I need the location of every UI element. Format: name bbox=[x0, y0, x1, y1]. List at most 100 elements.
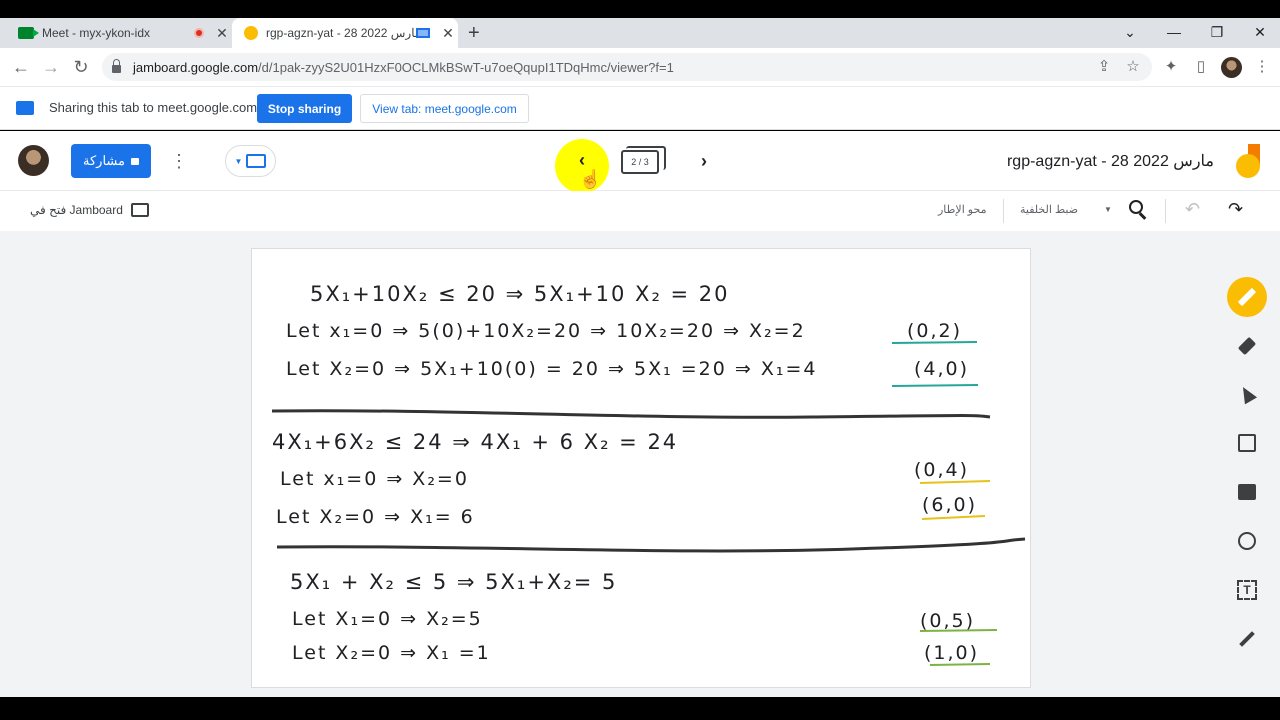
close-icon[interactable]: ✕ bbox=[212, 25, 232, 42]
point-underline bbox=[919, 629, 998, 632]
point-label: (0,5) bbox=[920, 610, 975, 632]
tab-search-icon[interactable]: ⌄ bbox=[1110, 18, 1150, 48]
jamboard-toolbar: فتح في Jamboard محو الإطار ضبط الخلفية ▼… bbox=[0, 191, 1280, 231]
view-tab-button[interactable]: View tab: meet.google.com bbox=[360, 94, 529, 123]
recording-icon bbox=[194, 28, 204, 38]
drawing-tools-panel: T bbox=[1222, 270, 1272, 670]
point-underline bbox=[929, 663, 991, 666]
share-button[interactable]: مشاركة bbox=[71, 144, 151, 178]
back-icon[interactable]: ← bbox=[6, 48, 36, 86]
laser-icon bbox=[1239, 631, 1255, 647]
equation-line: Let X₂=0 ⇒ X₁ =1 bbox=[292, 642, 491, 664]
url-host: jamboard.google.com bbox=[133, 59, 259, 75]
screen-share-icon bbox=[16, 101, 34, 115]
circle-icon bbox=[1238, 532, 1256, 550]
select-tool[interactable] bbox=[1222, 374, 1272, 414]
minimize-button[interactable]: — bbox=[1154, 18, 1194, 48]
jam-title[interactable]: rgp-agzn-yat - 28 مارس 2022 bbox=[1007, 151, 1214, 171]
close-icon[interactable]: ✕ bbox=[438, 25, 458, 42]
jamboard-header: مشاركة ⋮ ▼ ‹ 2 / 3 › rgp-agzn-yat - 28 م… bbox=[0, 131, 1280, 193]
pen-icon bbox=[1227, 277, 1267, 317]
tab-title: Meet - myx-ykon-idx bbox=[42, 26, 151, 40]
present-button[interactable]: ▼ bbox=[225, 145, 276, 177]
redo-icon[interactable]: ↷ bbox=[1228, 199, 1243, 220]
tab-meet[interactable]: Meet - myx-ykon-idx ✕ bbox=[8, 18, 232, 48]
eraser-icon bbox=[1237, 336, 1257, 356]
reload-icon[interactable]: ↻ bbox=[66, 48, 96, 86]
text-box-tool[interactable]: T bbox=[1222, 570, 1272, 610]
sidepanel-icon[interactable]: ▯ bbox=[1187, 48, 1215, 86]
select-arrow-icon bbox=[1236, 383, 1258, 405]
point-label: (0,2) bbox=[907, 320, 962, 342]
separator-line bbox=[271, 409, 991, 419]
bookmark-star-icon[interactable]: ☆ bbox=[1119, 48, 1147, 86]
point-underline bbox=[921, 515, 986, 520]
equation-line: Let X₂=0 ⇒ 5X₁+10(0) = 20 ⇒ 5X₁ =20 ⇒ X₁… bbox=[286, 358, 817, 380]
equation-line: Let x₁=0 ⇒ X₂=0 bbox=[280, 468, 469, 490]
meet-icon bbox=[18, 27, 39, 39]
equation-line: Let x₁=0 ⇒ 5(0)+10X₂=20 ⇒ 10X₂=20 ⇒ X₂=2 bbox=[286, 320, 806, 342]
sticky-note-tool[interactable] bbox=[1222, 423, 1272, 463]
handwriting-layer: 5X₁+10X₂ ≤ 20 ⇒ 5X₁+10 X₂ = 20 Let x₁=0 … bbox=[271, 282, 1026, 666]
stop-sharing-button[interactable]: Stop sharing bbox=[257, 94, 352, 123]
sharing-message: Sharing this tab to meet.google.com bbox=[49, 100, 258, 115]
open-in-jamboard-button[interactable]: فتح في Jamboard bbox=[30, 203, 149, 217]
zoom-icon[interactable] bbox=[1129, 200, 1149, 220]
laser-tool[interactable] bbox=[1222, 619, 1272, 659]
point-label: (4,0) bbox=[914, 358, 969, 380]
tab-title: rgp-agzn-yat - 28 مارس 2022 bbox=[266, 26, 416, 40]
pen-tool[interactable] bbox=[1222, 277, 1272, 317]
jamboard-logo-icon bbox=[1236, 144, 1260, 178]
restore-button[interactable]: ❐ bbox=[1197, 18, 1237, 48]
separator-line bbox=[276, 537, 1026, 553]
circle-tool[interactable] bbox=[1222, 521, 1272, 561]
share-label: مشاركة bbox=[83, 153, 125, 168]
letterbox-bar bbox=[0, 697, 1280, 720]
extensions-icon[interactable]: ✦ bbox=[1157, 48, 1185, 86]
next-frame-button[interactable]: › bbox=[692, 148, 716, 174]
lock-icon bbox=[112, 59, 121, 73]
hand-pointer-icon: ☝ bbox=[579, 169, 602, 189]
more-options-icon[interactable]: ⋮ bbox=[170, 146, 188, 176]
share-page-icon[interactable]: ⇪ bbox=[1090, 48, 1118, 86]
clear-frame-button[interactable]: محو الإطار bbox=[938, 203, 986, 216]
present-screen-icon bbox=[246, 154, 267, 168]
jam-frame[interactable]: 5X₁+10X₂ ≤ 20 ⇒ 5X₁+10 X₂ = 20 Let x₁=0 … bbox=[251, 248, 1031, 688]
forward-icon[interactable]: → bbox=[36, 48, 66, 86]
set-background-button[interactable]: ضبط الخلفية bbox=[1020, 203, 1078, 216]
sticky-note-icon bbox=[1238, 434, 1256, 452]
point-label: (0,4) bbox=[914, 459, 969, 481]
undo-icon[interactable]: ↶ bbox=[1185, 199, 1200, 220]
profile-avatar[interactable] bbox=[1221, 57, 1242, 78]
url-path: /d/1pak-zyyS2U01HzxF0OCLMkBSwT-u7oeQqupI… bbox=[258, 59, 674, 75]
equation-line: Let X₁=0 ⇒ X₂=5 bbox=[292, 608, 483, 630]
tab-sharing-bar: Sharing this tab to meet.google.com Stop… bbox=[0, 86, 1280, 130]
image-icon bbox=[1238, 484, 1256, 500]
point-label: (6,0) bbox=[922, 494, 977, 516]
tab-jamboard[interactable]: rgp-agzn-yat - 28 مارس 2022 ✕ bbox=[232, 18, 458, 48]
open-in-app-icon bbox=[130, 203, 149, 217]
eraser-tool[interactable] bbox=[1222, 326, 1272, 366]
point-underline bbox=[891, 384, 979, 387]
close-window-button[interactable]: ✕ bbox=[1240, 18, 1280, 48]
lock-icon bbox=[130, 157, 139, 165]
frame-counter[interactable]: 2 / 3 bbox=[621, 146, 666, 174]
point-underline bbox=[919, 480, 991, 484]
equation-line: Let X₂=0 ⇒ X₁= 6 bbox=[276, 506, 475, 528]
browser-toolbar: ← → ↻ jamboard.google.com/d/1pak-zyyS2U0… bbox=[0, 48, 1280, 86]
cast-icon bbox=[416, 28, 430, 38]
user-avatar[interactable] bbox=[18, 145, 49, 176]
point-underline bbox=[891, 341, 978, 344]
point-label: (1,0) bbox=[924, 642, 979, 664]
equation-line: 5X₁+10X₂ ≤ 20 ⇒ 5X₁+10 X₂ = 20 bbox=[310, 282, 730, 306]
menu-kebab-icon[interactable]: ⋮ bbox=[1248, 48, 1276, 86]
address-bar[interactable]: jamboard.google.com/d/1pak-zyyS2U01HzxF0… bbox=[102, 53, 1152, 81]
chevron-down-icon: ▼ bbox=[234, 156, 243, 166]
screen: Meet - myx-ykon-idx ✕ rgp-agzn-yat - 28 … bbox=[0, 0, 1280, 720]
new-tab-button[interactable]: + bbox=[468, 18, 480, 48]
equation-line: 5X₁ + X₂ ≤ 5 ⇒ 5X₁+X₂= 5 bbox=[290, 570, 617, 594]
add-image-tool[interactable] bbox=[1222, 472, 1272, 512]
zoom-dropdown-icon[interactable]: ▼ bbox=[1104, 205, 1112, 214]
open-in-label: فتح في Jamboard bbox=[30, 203, 123, 217]
divider bbox=[1003, 199, 1004, 223]
